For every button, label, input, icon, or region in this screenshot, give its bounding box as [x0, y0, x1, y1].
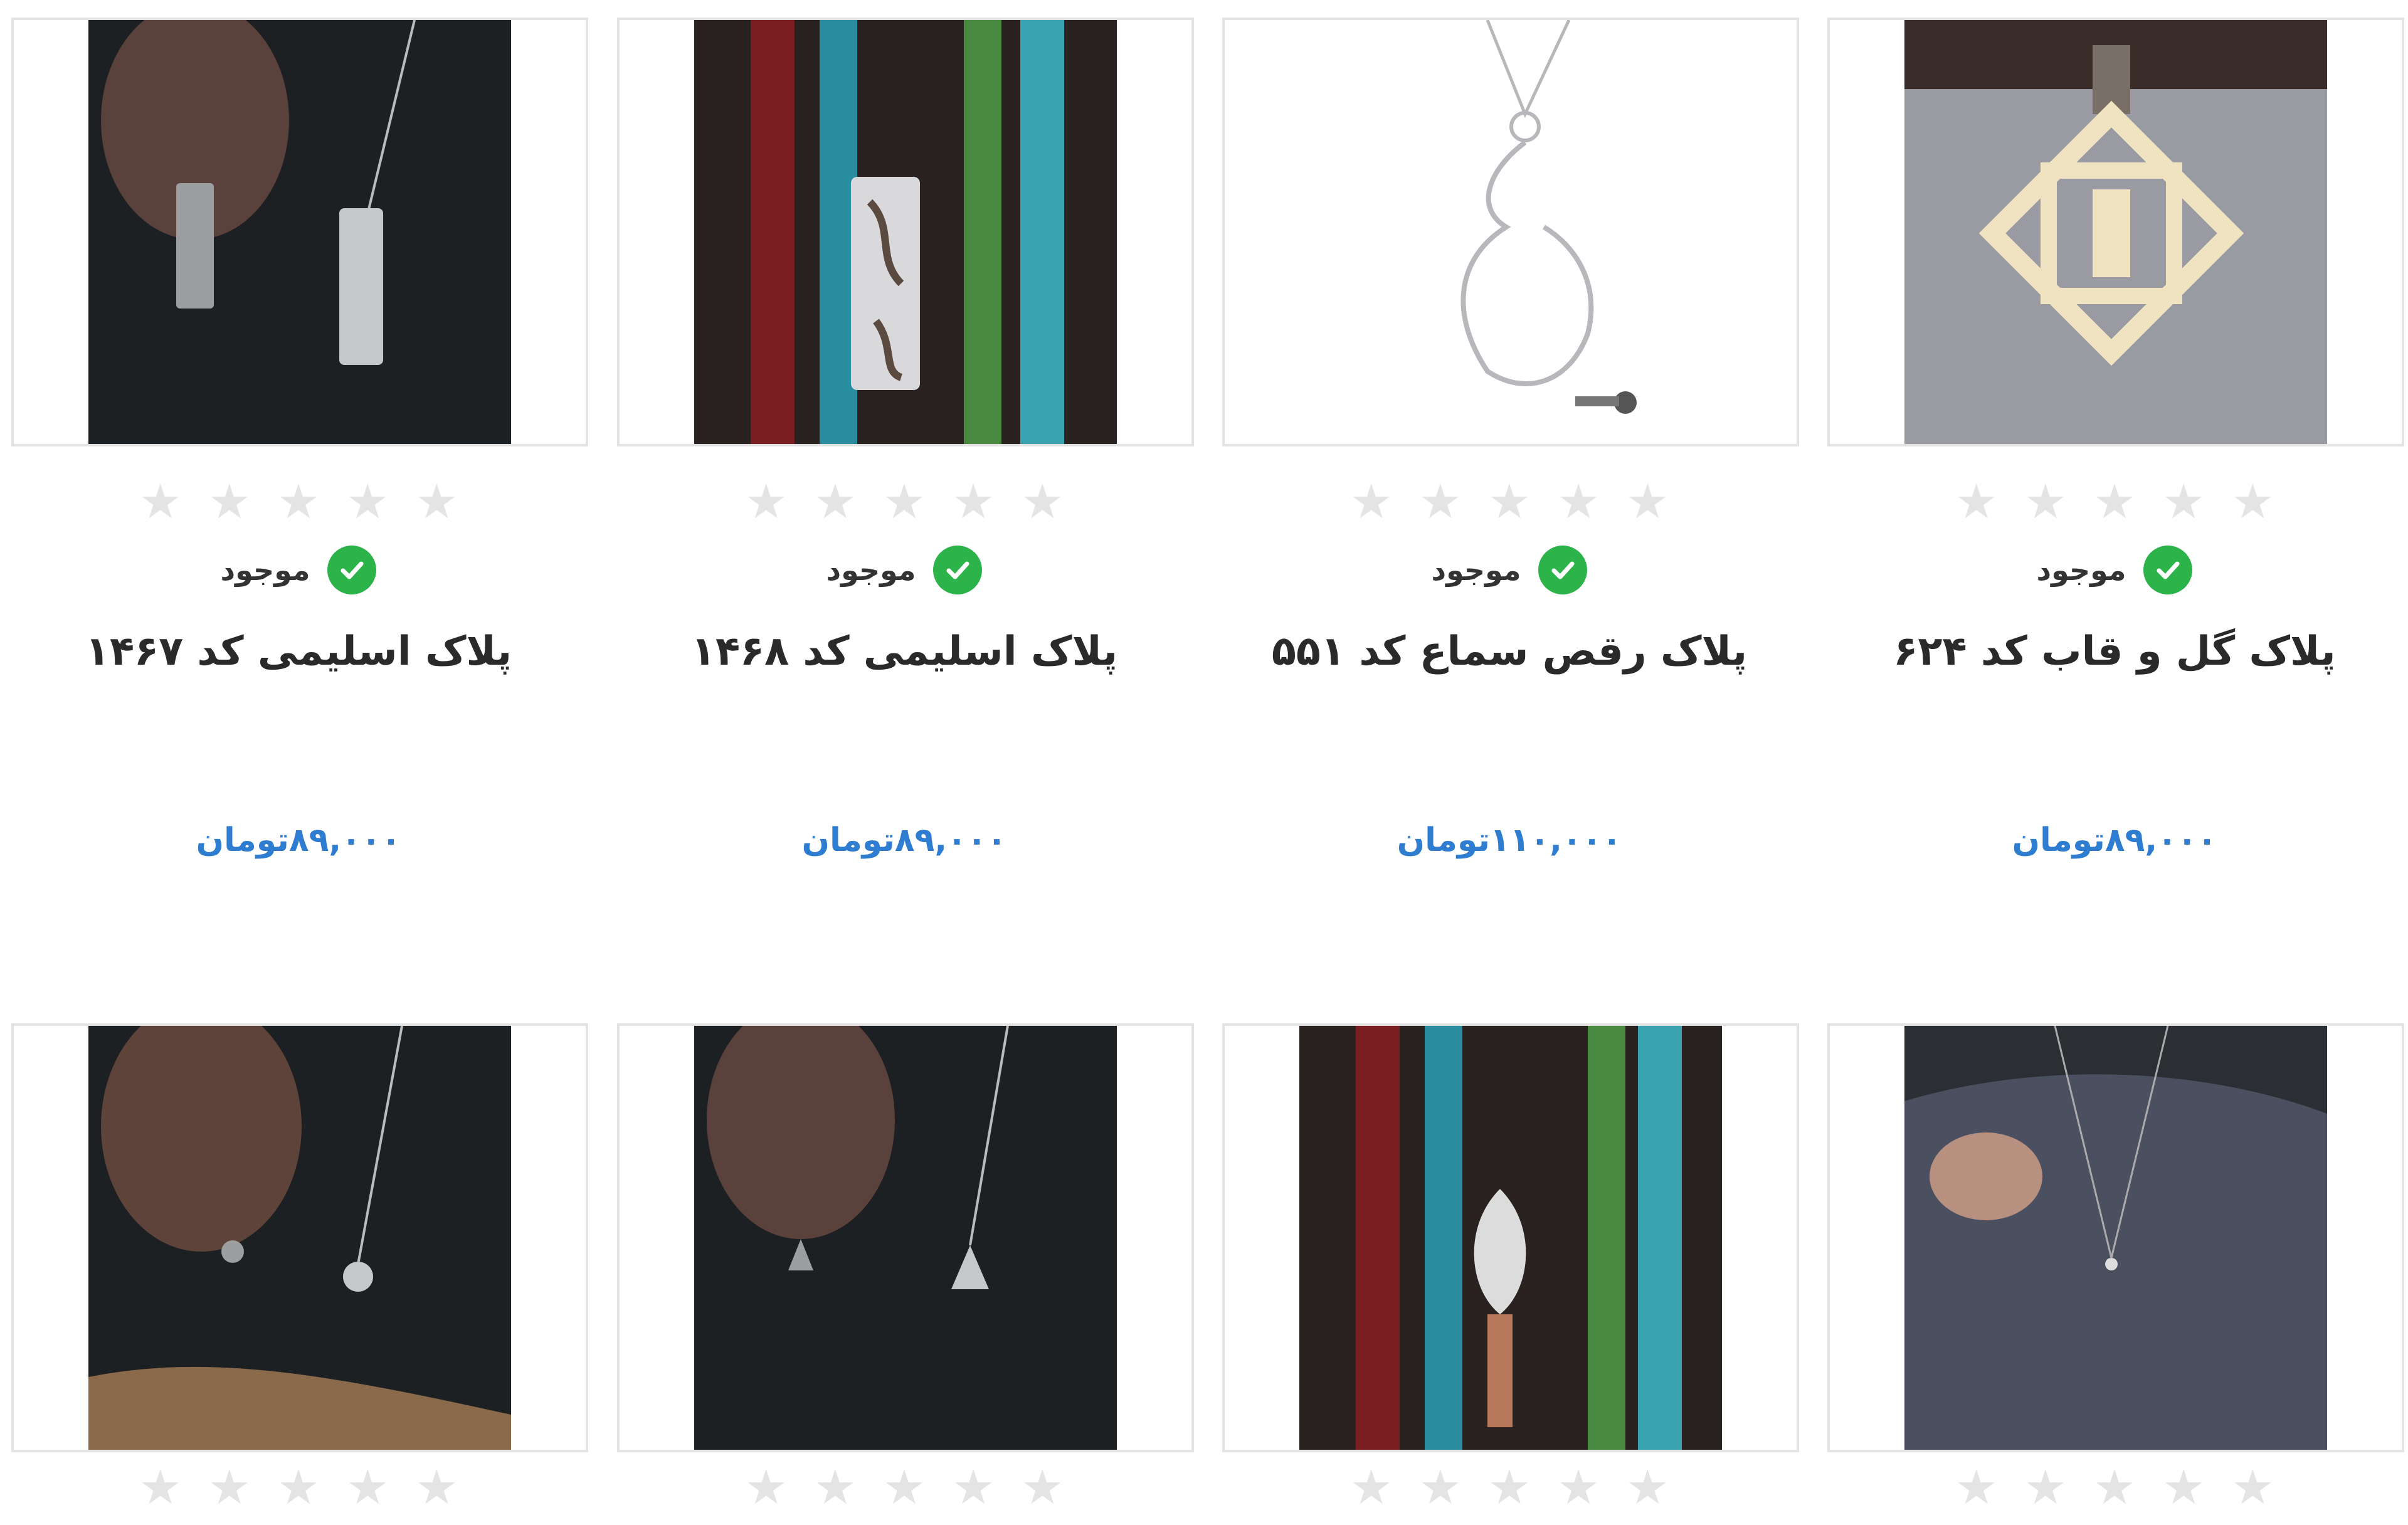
star-icon[interactable]: ★ — [883, 477, 926, 527]
star-icon[interactable]: ★ — [1021, 477, 1064, 527]
star-icon[interactable]: ★ — [1419, 477, 1462, 527]
product-image-frame[interactable] — [1222, 1023, 1799, 1452]
star-icon[interactable]: ★ — [2024, 1462, 2067, 1512]
product-card[interactable]: ★ ★ ★ ★ ★ — [1222, 1023, 1799, 1525]
product-price: ۸۹,۰۰۰تومان — [801, 821, 1007, 859]
star-icon[interactable]: ★ — [814, 477, 857, 527]
star-icon[interactable]: ★ — [346, 477, 389, 527]
rating-stars[interactable]: ★ ★ ★ ★ ★ — [11, 477, 586, 527]
product-price: ۱۱۰,۰۰۰تومان — [1397, 821, 1622, 859]
check-icon — [327, 546, 377, 594]
stock-status: موجود — [1827, 542, 2402, 598]
check-icon — [933, 546, 983, 594]
product-grid: ★ ★ ★ ★ ★ موجود پلاک گل و قاب کد ۶۲۴ ۸۹,… — [0, 0, 2408, 1512]
product-title[interactable]: پلاک رقص سماع کد ۵۵۱ — [1222, 628, 1797, 675]
product-card[interactable]: ★ ★ ★ ★ ★ — [617, 1023, 1194, 1525]
star-icon[interactable]: ★ — [1488, 1462, 1531, 1512]
star-icon[interactable]: ★ — [1626, 477, 1669, 527]
star-icon[interactable]: ★ — [1488, 477, 1531, 527]
rating-stars[interactable]: ★ ★ ★ ★ ★ — [1827, 1462, 2402, 1512]
product-image-frame[interactable] — [617, 18, 1194, 446]
pendant-scarf-icon — [1904, 1026, 2327, 1450]
star-icon[interactable]: ★ — [952, 1462, 995, 1512]
rating-stars[interactable]: ★ ★ ★ ★ ★ — [617, 1462, 1191, 1512]
star-icon[interactable]: ★ — [1626, 1462, 1669, 1512]
rating-stars[interactable]: ★ ★ ★ ★ ★ — [1222, 477, 1797, 527]
product-title[interactable]: پلاک اسلیمی کد ۱۴۶۸ — [617, 628, 1191, 675]
product-price: ۸۹,۰۰۰تومان — [2012, 821, 2217, 859]
check-icon — [2143, 546, 2193, 594]
stock-status: موجود — [617, 542, 1191, 598]
star-icon[interactable]: ★ — [139, 477, 182, 527]
star-icon[interactable]: ★ — [1955, 1462, 1998, 1512]
star-icon[interactable]: ★ — [2093, 1462, 2136, 1512]
star-icon[interactable]: ★ — [2024, 477, 2067, 527]
star-icon[interactable]: ★ — [139, 1462, 182, 1512]
star-icon[interactable]: ★ — [814, 1462, 857, 1512]
star-icon[interactable]: ★ — [208, 1462, 251, 1512]
star-icon[interactable]: ★ — [745, 477, 788, 527]
check-icon — [1538, 546, 1588, 594]
product-image-frame[interactable] — [11, 18, 588, 446]
star-icon[interactable]: ★ — [1557, 477, 1600, 527]
rating-stars[interactable]: ★ ★ ★ ★ ★ — [617, 477, 1191, 527]
star-icon[interactable]: ★ — [952, 477, 995, 527]
star-icon[interactable]: ★ — [277, 1462, 320, 1512]
rating-stars[interactable]: ★ ★ ★ ★ ★ — [1827, 477, 2402, 527]
star-icon[interactable]: ★ — [2231, 1462, 2274, 1512]
rating-stars[interactable]: ★ ★ ★ ★ ★ — [1222, 1462, 1797, 1512]
product-image-frame[interactable] — [11, 1023, 588, 1452]
star-icon[interactable]: ★ — [277, 477, 320, 527]
star-icon[interactable]: ★ — [415, 477, 458, 527]
product-card[interactable]: ★ ★ ★ ★ ★ موجود پلاک اسلیمی کد ۱۴۶۷ ۸۹,۰… — [11, 18, 588, 996]
product-title[interactable]: پلاک گل و قاب کد ۶۲۴ — [1827, 628, 2402, 675]
stock-label: موجود — [826, 553, 916, 587]
star-icon[interactable]: ★ — [1350, 1462, 1393, 1512]
stock-label: موجود — [1431, 553, 1521, 587]
star-icon[interactable]: ★ — [1557, 1462, 1600, 1512]
star-icon[interactable]: ★ — [2231, 477, 2274, 527]
star-icon[interactable]: ★ — [1021, 1462, 1064, 1512]
product-image-frame[interactable] — [617, 1023, 1194, 1452]
pendant-dervish-icon — [1299, 20, 1722, 444]
star-icon[interactable]: ★ — [2162, 477, 2205, 527]
star-icon[interactable]: ★ — [2162, 1462, 2205, 1512]
star-icon[interactable]: ★ — [346, 1462, 389, 1512]
rating-stars[interactable]: ★ ★ ★ ★ ★ — [11, 1462, 586, 1512]
product-image-frame[interactable] — [1222, 18, 1799, 446]
product-card[interactable]: ★ ★ ★ ★ ★ — [1827, 1023, 2404, 1525]
pendant-bar-icon — [88, 20, 511, 444]
product-price: ۸۹,۰۰۰تومان — [196, 821, 401, 859]
product-card[interactable]: ★ ★ ★ ★ ★ موجود پلاک اسلیمی کد ۱۴۶۸ ۸۹,۰… — [617, 18, 1194, 996]
stock-label: موجود — [2036, 553, 2126, 587]
product-card[interactable]: ★ ★ ★ ★ ★ موجود پلاک گل و قاب کد ۶۲۴ ۸۹,… — [1827, 18, 2404, 996]
star-icon[interactable]: ★ — [1955, 477, 1998, 527]
pendant-ornament-icon — [1299, 1026, 1722, 1450]
product-card[interactable]: ★ ★ ★ ★ ★ موجود پلاک رقص سماع کد ۵۵۱ ۱۱۰… — [1222, 18, 1799, 996]
pendant-bar-icon — [694, 20, 1117, 444]
product-image-frame[interactable] — [1827, 18, 2404, 446]
star-icon[interactable]: ★ — [1350, 477, 1393, 527]
pendant-drop-icon — [694, 1026, 1117, 1450]
stock-status: موجود — [11, 542, 586, 598]
star-icon[interactable]: ★ — [745, 1462, 788, 1512]
product-image-frame[interactable] — [1827, 1023, 2404, 1452]
star-icon[interactable]: ★ — [2093, 477, 2136, 527]
star-icon[interactable]: ★ — [208, 477, 251, 527]
stock-label: موجود — [220, 553, 310, 587]
star-icon[interactable]: ★ — [415, 1462, 458, 1512]
stock-status: موجود — [1222, 542, 1797, 598]
pendant-round-icon — [88, 1026, 511, 1450]
pendant-diamond-icon — [1904, 20, 2327, 444]
star-icon[interactable]: ★ — [1419, 1462, 1462, 1512]
product-card[interactable]: ★ ★ ★ ★ ★ — [11, 1023, 588, 1525]
star-icon[interactable]: ★ — [883, 1462, 926, 1512]
product-title[interactable]: پلاک اسلیمی کد ۱۴۶۷ — [11, 628, 586, 675]
